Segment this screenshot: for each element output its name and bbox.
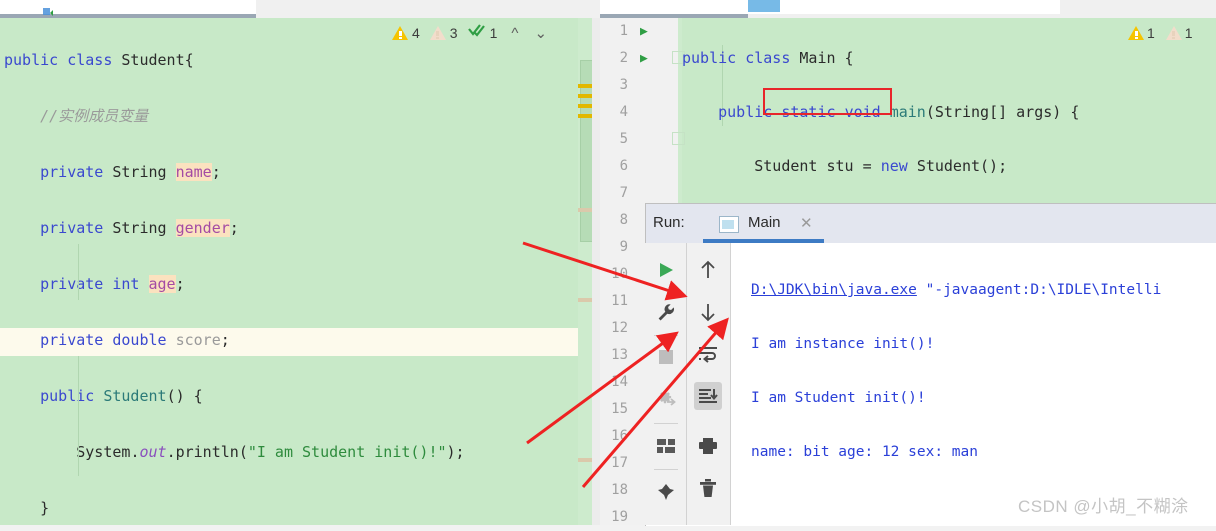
weak-warning-count: 3 — [449, 25, 458, 41]
line-number: 3 — [619, 77, 628, 93]
code-line: public class Student{ — [4, 51, 194, 69]
editor-tab-background — [86, 0, 256, 14]
console-output[interactable]: D:\JDK\bin\java.exe "-javaagent:D:\IDLE\… — [731, 243, 1216, 525]
inspection-ok-icon — [467, 23, 486, 43]
chevron-up-icon[interactable]: ^ — [511, 25, 518, 42]
line-number: 4 — [619, 104, 628, 120]
java-file-icon — [42, 2, 54, 16]
rerun-failed-tests-button[interactable] — [652, 385, 680, 413]
chevron-down-icon[interactable]: ⌄ — [534, 24, 547, 42]
marker-warning[interactable] — [578, 114, 592, 118]
code-line: } — [4, 499, 50, 517]
line-number: 11 — [611, 293, 628, 309]
code-line: //实例成员变量 — [40, 107, 149, 125]
marker-weak-warning[interactable] — [578, 298, 592, 302]
code-line: public Student() { — [40, 387, 203, 405]
line-number: 1 — [619, 23, 628, 39]
line-number: 16 — [611, 428, 628, 444]
ide-window: public class Student{ //实例成员变量 private S… — [0, 0, 1216, 526]
code-line: private String gender; — [40, 219, 239, 237]
marker-warning[interactable] — [578, 104, 592, 108]
close-icon[interactable]: ✕ — [800, 214, 813, 232]
editor-tab-selection-marker[interactable] — [748, 0, 780, 12]
arrow-up-icon[interactable] — [694, 256, 722, 284]
warning-count: 4 — [412, 25, 420, 41]
line-number: 2 — [619, 50, 628, 66]
warning-triangle-icon — [392, 26, 408, 40]
weak-warning-triangle-icon — [1165, 26, 1182, 40]
inspection-widget-right[interactable]: 1 1 — [1128, 22, 1193, 44]
line-number: 5 — [619, 131, 628, 147]
console-text: D:\JDK\bin\java.exe "-javaagent:D:\IDLE\… — [751, 250, 1161, 525]
indent-guide — [78, 356, 79, 476]
run-play-icon[interactable]: ▶ — [640, 45, 654, 72]
line-number: 18 — [611, 482, 628, 498]
scroll-to-end-button[interactable] — [694, 382, 722, 410]
csdn-watermark: CSDN @小胡_不糊涂 — [1018, 497, 1189, 516]
warning-count: 1 — [1147, 25, 1155, 41]
line-number: 10 — [611, 266, 628, 282]
console-line: I am Student init()! — [751, 390, 926, 406]
line-number: 8 — [619, 212, 628, 228]
trash-icon[interactable] — [694, 474, 722, 502]
console-command-link[interactable]: D:\JDK\bin\java.exe — [751, 282, 917, 298]
code-line: private double score; — [40, 331, 230, 349]
layout-settings-button[interactable] — [652, 432, 680, 460]
line-number: 7 — [619, 185, 628, 201]
rerun-button[interactable] — [652, 256, 680, 284]
left-editor-code: public class Student{ //实例成员变量 private S… — [0, 18, 592, 525]
weak-warning-count: 1 — [1184, 25, 1193, 41]
code-line: private String name; — [40, 163, 221, 181]
marker-weak-warning[interactable] — [578, 208, 592, 212]
line-number: 9 — [619, 239, 628, 255]
code-line: public class Main { — [682, 49, 854, 67]
run-tab-label: Main — [748, 214, 781, 231]
stop-button[interactable] — [652, 343, 680, 371]
console-line: name: bit age: 12 sex: man — [751, 444, 978, 460]
code-line: System.out.println("I am Student init()!… — [76, 443, 465, 461]
line-number: 17 — [611, 455, 628, 471]
run-toolbar-secondary — [687, 243, 731, 525]
warning-triangle-icon — [1128, 26, 1144, 40]
soft-wrap-icon[interactable] — [694, 340, 722, 368]
console-command-rest: "-javaagent:D:\IDLE\Intelli — [916, 282, 1162, 298]
highlight-box-stu-show — [763, 88, 892, 115]
indent-guide — [78, 244, 79, 300]
edit-configurations-button[interactable] — [652, 298, 680, 326]
run-play-icon[interactable]: ▶ — [640, 18, 654, 45]
typo-count: 1 — [489, 25, 498, 41]
pin-icon[interactable] — [652, 478, 680, 506]
line-number: 19 — [611, 509, 628, 525]
printer-icon[interactable] — [694, 432, 722, 460]
console-line-command[interactable]: D:\JDK\bin\java.exe "-javaagent:D:\IDLE\… — [751, 277, 1161, 304]
line-number: 15 — [611, 401, 628, 417]
code-editor-student[interactable]: public class Student{ //实例成员变量 private S… — [0, 18, 592, 525]
toolbar-separator — [654, 469, 678, 470]
toolbar-separator — [654, 335, 678, 336]
arrow-down-icon[interactable] — [694, 298, 722, 326]
run-config-icon-inner — [722, 220, 734, 229]
run-label: Run: — [653, 214, 685, 231]
marker-warning[interactable] — [578, 84, 592, 88]
marker-weak-warning[interactable] — [578, 458, 592, 462]
run-toolbar-primary — [645, 243, 687, 525]
code-line: Student stu = new Student(); — [754, 157, 1008, 175]
line-number: 6 — [619, 158, 628, 174]
weak-warning-triangle-icon — [429, 26, 446, 40]
marker-warning[interactable] — [578, 94, 592, 98]
line-number: 13 — [611, 347, 628, 363]
editor-tab-background-right — [600, 0, 1060, 14]
line-number: 14 — [611, 374, 628, 390]
console-line: I am instance init()! — [751, 336, 935, 352]
toolbar-separator — [654, 423, 678, 424]
inspection-widget-left[interactable]: 4 3 1 ^ ⌄ — [392, 22, 547, 44]
line-number: 12 — [611, 320, 628, 336]
code-line: private int age; — [40, 275, 185, 293]
